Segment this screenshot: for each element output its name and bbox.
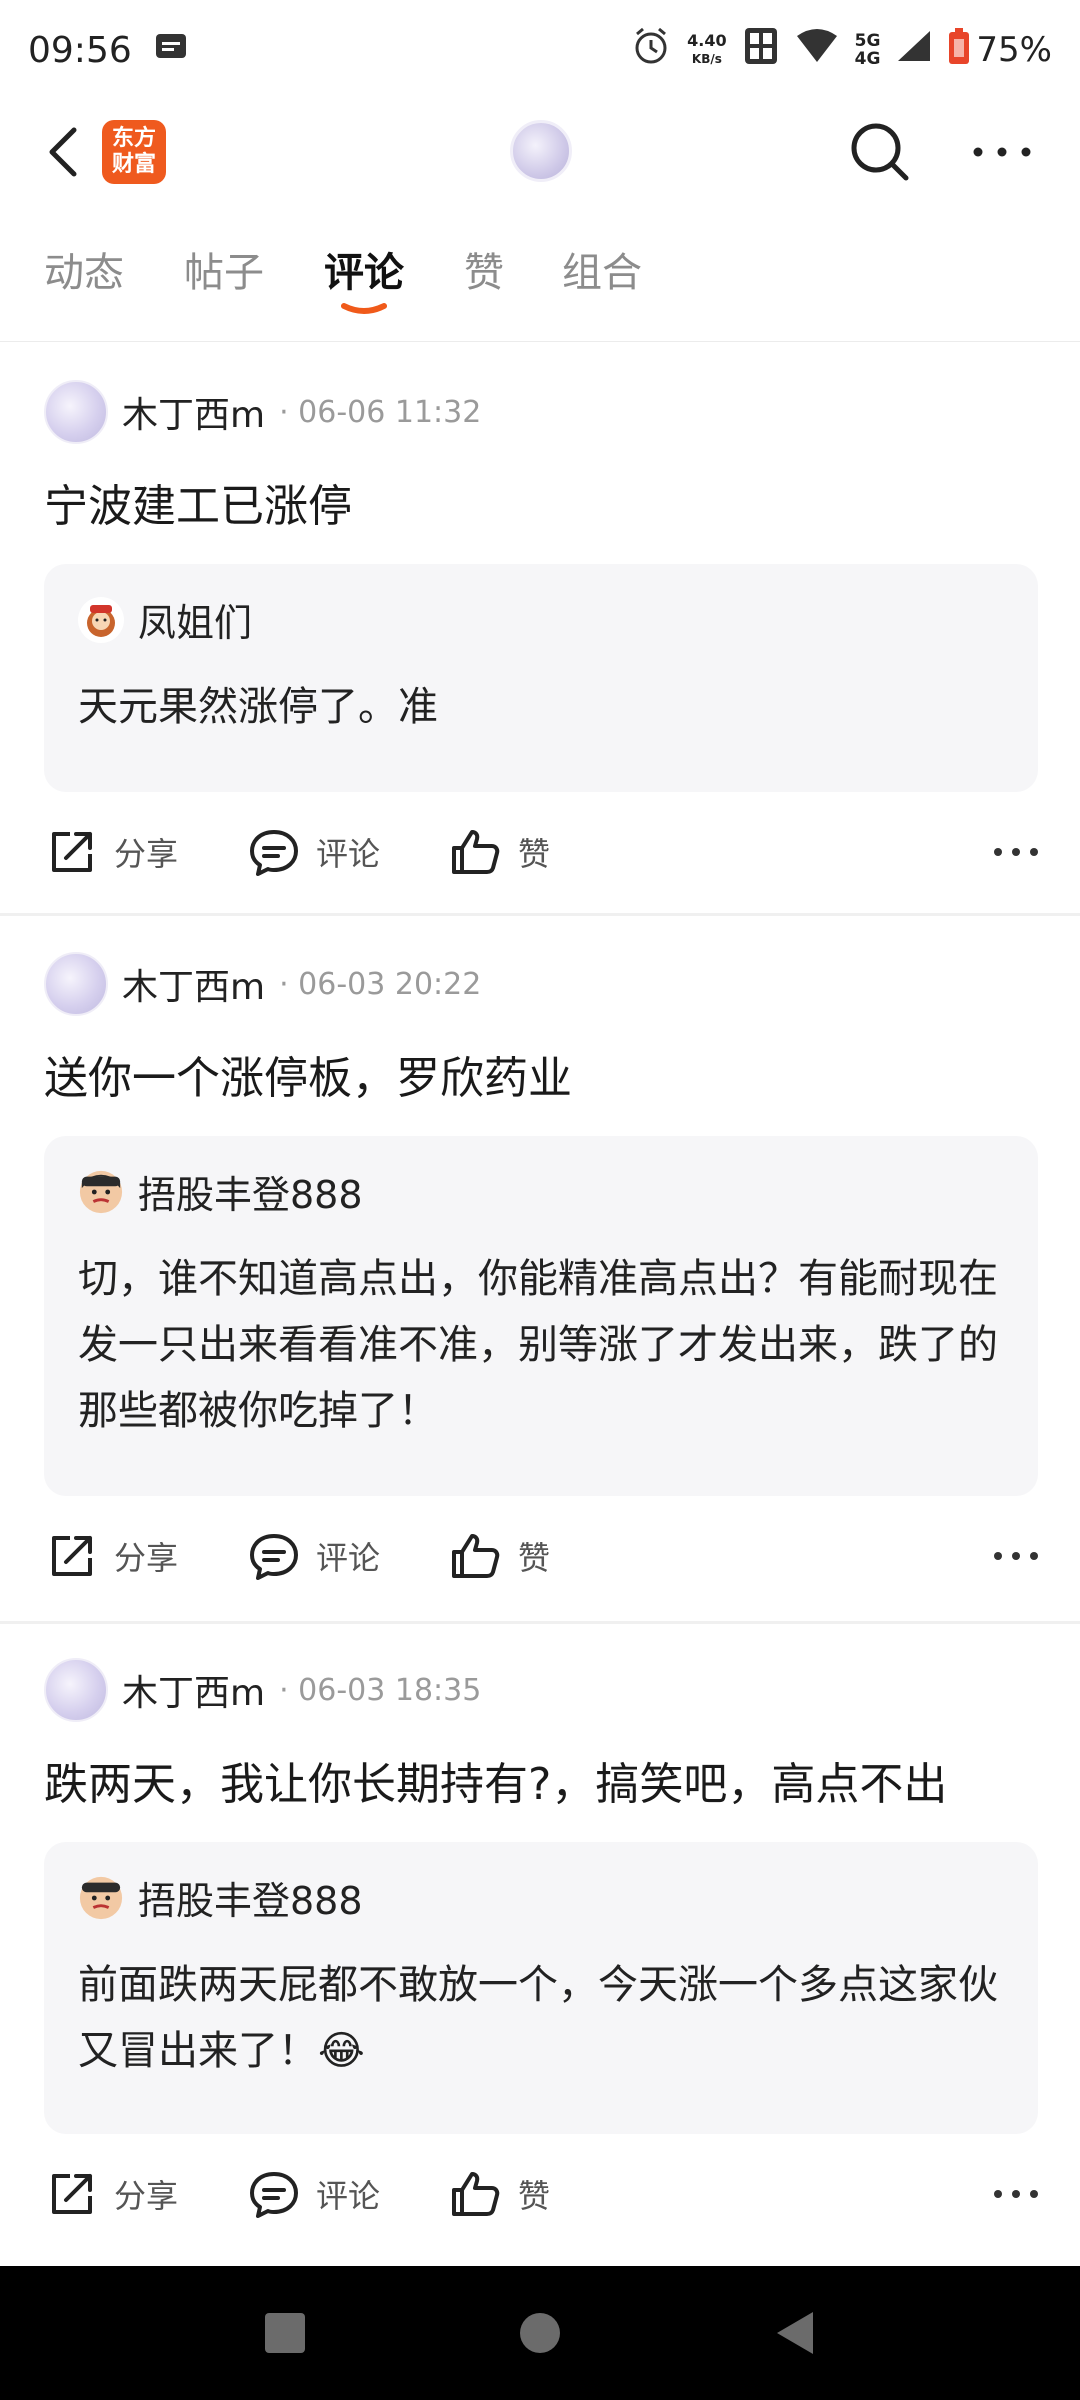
- quoted-post[interactable]: 捂股丰登888 前面跌两天屁都不敢放一个，今天涨一个多点这家伙又冒出来了！😂: [44, 1842, 1038, 2134]
- like-button[interactable]: 赞: [448, 824, 550, 880]
- more-icon: [994, 1552, 1038, 1560]
- back-nav-button[interactable]: [728, 2266, 862, 2400]
- home-button[interactable]: [473, 2266, 607, 2400]
- post-more-button[interactable]: [988, 824, 1044, 880]
- action-bar: 分享 评论 赞: [44, 1516, 1044, 1596]
- share-button[interactable]: 分享: [44, 1528, 178, 1584]
- post-time: · 06-06 11:32: [279, 394, 482, 430]
- username[interactable]: 木丁西m: [122, 1664, 265, 1716]
- battery-percent: 75%: [976, 30, 1052, 70]
- share-icon: [52, 2174, 92, 2214]
- like-button[interactable]: 赞: [448, 2166, 550, 2222]
- triangle-back-icon: [777, 2312, 813, 2354]
- search-button[interactable]: [846, 118, 914, 186]
- thumbs-up-icon: [452, 1534, 500, 1578]
- network-type: 5G 4G: [854, 31, 881, 69]
- share-icon: [52, 1536, 92, 1576]
- avatar[interactable]: [44, 952, 108, 1016]
- tab-likes[interactable]: 赞: [464, 240, 504, 298]
- comment-button[interactable]: 评论: [246, 824, 380, 880]
- tab-comments[interactable]: 评论: [324, 240, 404, 298]
- username[interactable]: 木丁西m: [122, 386, 265, 438]
- quote-avatar: [78, 596, 124, 643]
- recents-button[interactable]: [218, 2266, 352, 2400]
- thumbs-up-icon: [452, 830, 500, 874]
- alarm-icon: [631, 26, 671, 75]
- comment-card: 木丁西m · 06-03 18:35 跌两天，我让你长期持有?，搞笑吧，高点不出…: [0, 1624, 1080, 2264]
- comment-card: 木丁西m · 06-06 11:32 宁波建工已涨停 凤姐们 天元果然涨停了。准…: [0, 346, 1080, 916]
- share-button[interactable]: 分享: [44, 2166, 178, 2222]
- quote-username[interactable]: 凤姐们: [138, 592, 252, 647]
- active-tab-indicator: [341, 303, 387, 314]
- nav-bar: 东方财富: [0, 100, 1080, 205]
- tab-posts[interactable]: 帖子: [184, 240, 264, 298]
- post-header: 木丁西m · 06-03 18:35: [44, 1658, 481, 1722]
- post-time: · 06-03 20:22: [279, 966, 482, 1002]
- wifi-icon: [795, 28, 839, 73]
- quote-text: 切，谁不知道高点出，你能精准高点出？有能耐现在发一只出来看看准不准，别等涨了才发…: [78, 1256, 998, 1434]
- battery: 75%: [948, 27, 1052, 74]
- username[interactable]: 木丁西m: [122, 958, 265, 1010]
- more-icon: [973, 147, 1031, 157]
- avatar[interactable]: [44, 380, 108, 444]
- comment-text[interactable]: 送你一个涨停板，罗欣药业: [44, 1042, 572, 1106]
- action-bar: 分享 评论 赞: [44, 812, 1044, 892]
- more-button[interactable]: [968, 118, 1036, 186]
- quote-username[interactable]: 捂股丰登888: [138, 1164, 363, 1219]
- square-icon: [265, 2313, 305, 2353]
- post-header: 木丁西m · 06-06 11:32: [44, 380, 481, 444]
- comment-button[interactable]: 评论: [246, 1528, 380, 1584]
- quote-username[interactable]: 捂股丰登888: [138, 1870, 363, 1925]
- back-button[interactable]: [36, 122, 96, 182]
- share-button[interactable]: 分享: [44, 824, 178, 880]
- quote-avatar: [78, 1875, 124, 1921]
- quote-text: 天元果然涨停了。准: [78, 684, 438, 730]
- more-icon: [994, 848, 1038, 856]
- tab-dynamics[interactable]: 动态: [44, 240, 124, 298]
- avatar[interactable]: [44, 1658, 108, 1722]
- quoted-post[interactable]: 凤姐们 天元果然涨停了。准: [44, 564, 1038, 792]
- thumbs-up-icon: [452, 2172, 500, 2216]
- circle-icon: [520, 2313, 560, 2353]
- message-icon: [154, 30, 188, 71]
- back-icon: [49, 127, 77, 177]
- comment-text[interactable]: 宁波建工已涨停: [44, 470, 352, 534]
- app-logo[interactable]: 东方财富: [102, 120, 166, 184]
- quote-text: 前面跌两天屁都不敢放一个，今天涨一个多点这家伙又冒出来了！😂: [78, 1962, 998, 2074]
- more-icon: [994, 2190, 1038, 2198]
- post-more-button[interactable]: [988, 1528, 1044, 1584]
- net-speed: 4.40 KB/s: [687, 31, 727, 67]
- post-more-button[interactable]: [988, 2166, 1044, 2222]
- profile-tabs: 动态 帖子 评论 赞 组合: [0, 222, 1080, 342]
- like-button[interactable]: 赞: [448, 1528, 550, 1584]
- comment-icon: [250, 830, 299, 876]
- comment-text[interactable]: 跌两天，我让你长期持有?，搞笑吧，高点不出: [44, 1748, 947, 1812]
- profile-avatar[interactable]: [510, 120, 572, 182]
- comment-button[interactable]: 评论: [246, 2166, 380, 2222]
- battery-icon: [948, 27, 970, 74]
- tab-portfolio[interactable]: 组合: [562, 240, 642, 298]
- comment-card: 木丁西m · 06-03 20:22 送你一个涨停板，罗欣药业 捂股丰登888 …: [0, 918, 1080, 1624]
- quoted-post[interactable]: 捂股丰登888 切，谁不知道高点出，你能精准高点出？有能耐现在发一只出来看看准不…: [44, 1136, 1038, 1496]
- signal-icon: [896, 29, 932, 72]
- comment-icon: [250, 2172, 299, 2218]
- system-navigation-bar: [0, 2266, 1080, 2400]
- post-header: 木丁西m · 06-03 20:22: [44, 952, 481, 1016]
- action-bar: 分享 评论 赞: [44, 2154, 1044, 2234]
- status-time: 09:56: [28, 29, 132, 71]
- post-time: · 06-03 18:35: [279, 1672, 482, 1708]
- hd-icon: [743, 26, 779, 75]
- quote-avatar: [78, 1169, 124, 1215]
- status-bar: 09:56 4.40 KB/s 5G 4G 75%: [0, 0, 1080, 100]
- search-icon: [851, 123, 909, 181]
- comment-icon: [250, 1534, 299, 1580]
- share-icon: [52, 832, 92, 872]
